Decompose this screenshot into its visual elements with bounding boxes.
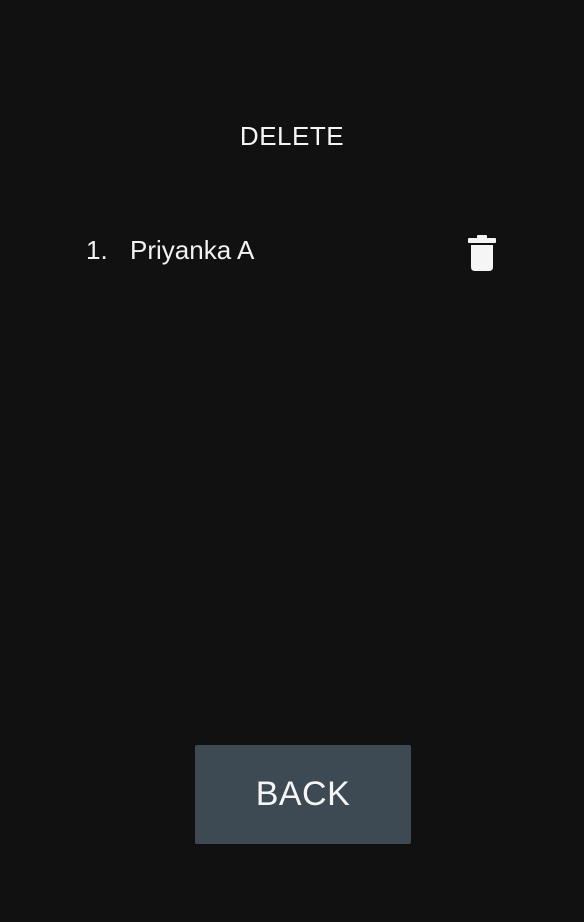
list-item-index: 1. — [86, 235, 108, 265]
list-item-name: Priyanka A — [130, 235, 255, 265]
trash-icon — [468, 235, 496, 271]
back-button[interactable]: BACK — [195, 745, 411, 844]
delete-screen: DELETE 1. Priyanka A BACK — [0, 0, 584, 922]
delete-list: 1. Priyanka A — [86, 232, 516, 276]
page-title: DELETE — [239, 121, 345, 151]
list-item: 1. Priyanka A — [86, 232, 516, 276]
delete-item-button[interactable] — [464, 234, 500, 272]
